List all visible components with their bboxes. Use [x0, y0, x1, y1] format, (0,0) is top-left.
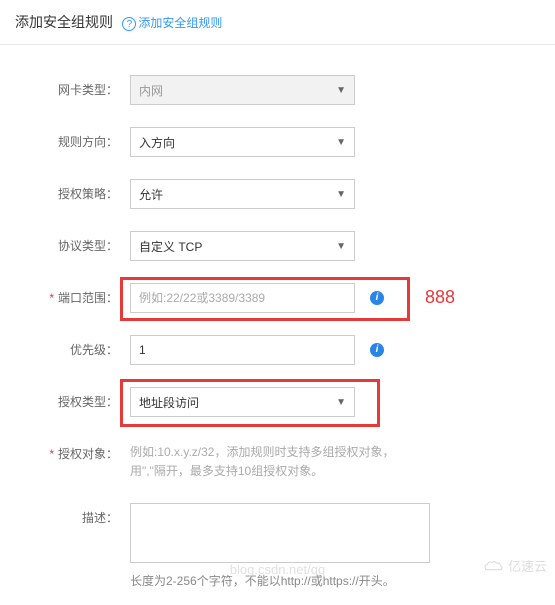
chevron-down-icon: ▼ — [336, 137, 346, 148]
chevron-down-icon: ▼ — [336, 241, 346, 252]
dialog-header: 添加安全组规则 ?添加安全组规则 — [0, 0, 555, 45]
select-auth-type[interactable]: 地址段访问 ▼ — [130, 387, 355, 417]
chevron-down-icon: ▼ — [336, 189, 346, 200]
select-nic-type-value: 内网 — [139, 82, 163, 99]
label-port-range: 端口范围： — [20, 283, 130, 306]
select-auth-policy[interactable]: 允许 ▼ — [130, 179, 355, 209]
label-description: 描述： — [20, 503, 130, 526]
row-protocol: 协议类型： 自定义 TCP ▼ — [20, 231, 535, 261]
textarea-description[interactable] — [130, 503, 430, 563]
chevron-down-icon: ▼ — [336, 85, 346, 96]
select-direction-value: 入方向 — [139, 134, 175, 151]
select-direction[interactable]: 入方向 ▼ — [130, 127, 355, 157]
row-port-range: 端口范围： i 888 — [20, 283, 535, 313]
label-priority: 优先级： — [20, 335, 130, 358]
label-direction: 规则方向： — [20, 127, 130, 150]
label-auth-policy: 授权策略： — [20, 179, 130, 202]
chevron-down-icon: ▼ — [336, 397, 346, 408]
select-protocol[interactable]: 自定义 TCP ▼ — [130, 231, 355, 261]
row-direction: 规则方向： 入方向 ▼ — [20, 127, 535, 157]
select-nic-type: 内网 ▼ — [130, 75, 355, 105]
input-priority[interactable] — [130, 335, 355, 365]
row-priority: 优先级： i — [20, 335, 535, 365]
brand-logo: 亿速云 — [482, 556, 547, 575]
label-nic-type: 网卡类型： — [20, 75, 130, 98]
select-auth-type-value: 地址段访问 — [139, 394, 199, 411]
label-protocol: 协议类型： — [20, 231, 130, 254]
row-auth-type: 授权类型： 地址段访问 ▼ — [20, 387, 535, 417]
label-auth-type: 授权类型： — [20, 387, 130, 410]
dialog-title: 添加安全组规则 — [15, 12, 113, 32]
label-auth-object: 授权对象： — [20, 439, 130, 462]
row-auth-policy: 授权策略： 允许 ▼ — [20, 179, 535, 209]
form-body: 网卡类型： 内网 ▼ 规则方向： 入方向 ▼ 授权策略： 允许 ▼ 协议类型： — [0, 45, 555, 605]
row-auth-object: 授权对象： 例如:10.x.y.z/32，添加规则时支持多组授权对象，用","隔… — [20, 439, 535, 481]
auth-object-placeholder-text: 例如:10.x.y.z/32，添加规则时支持多组授权对象，用","隔开，最多支持… — [130, 439, 430, 481]
input-port-range[interactable] — [130, 283, 355, 313]
annotation-port-888: 888 — [425, 287, 455, 308]
select-protocol-value: 自定义 TCP — [139, 238, 202, 255]
info-icon[interactable]: i — [370, 291, 384, 305]
help-icon: ? — [122, 17, 136, 31]
row-nic-type: 网卡类型： 内网 ▼ — [20, 75, 535, 105]
subtitle-text: 添加安全组规则 — [138, 16, 222, 30]
select-auth-policy-value: 允许 — [139, 186, 163, 203]
brand-text: 亿速云 — [508, 556, 547, 575]
cloud-icon — [482, 559, 504, 573]
watermark-text: blog.csdn.net/qq — [230, 562, 325, 577]
dialog-subtitle-link[interactable]: ?添加安全组规则 — [122, 14, 222, 31]
info-icon[interactable]: i — [370, 343, 384, 357]
